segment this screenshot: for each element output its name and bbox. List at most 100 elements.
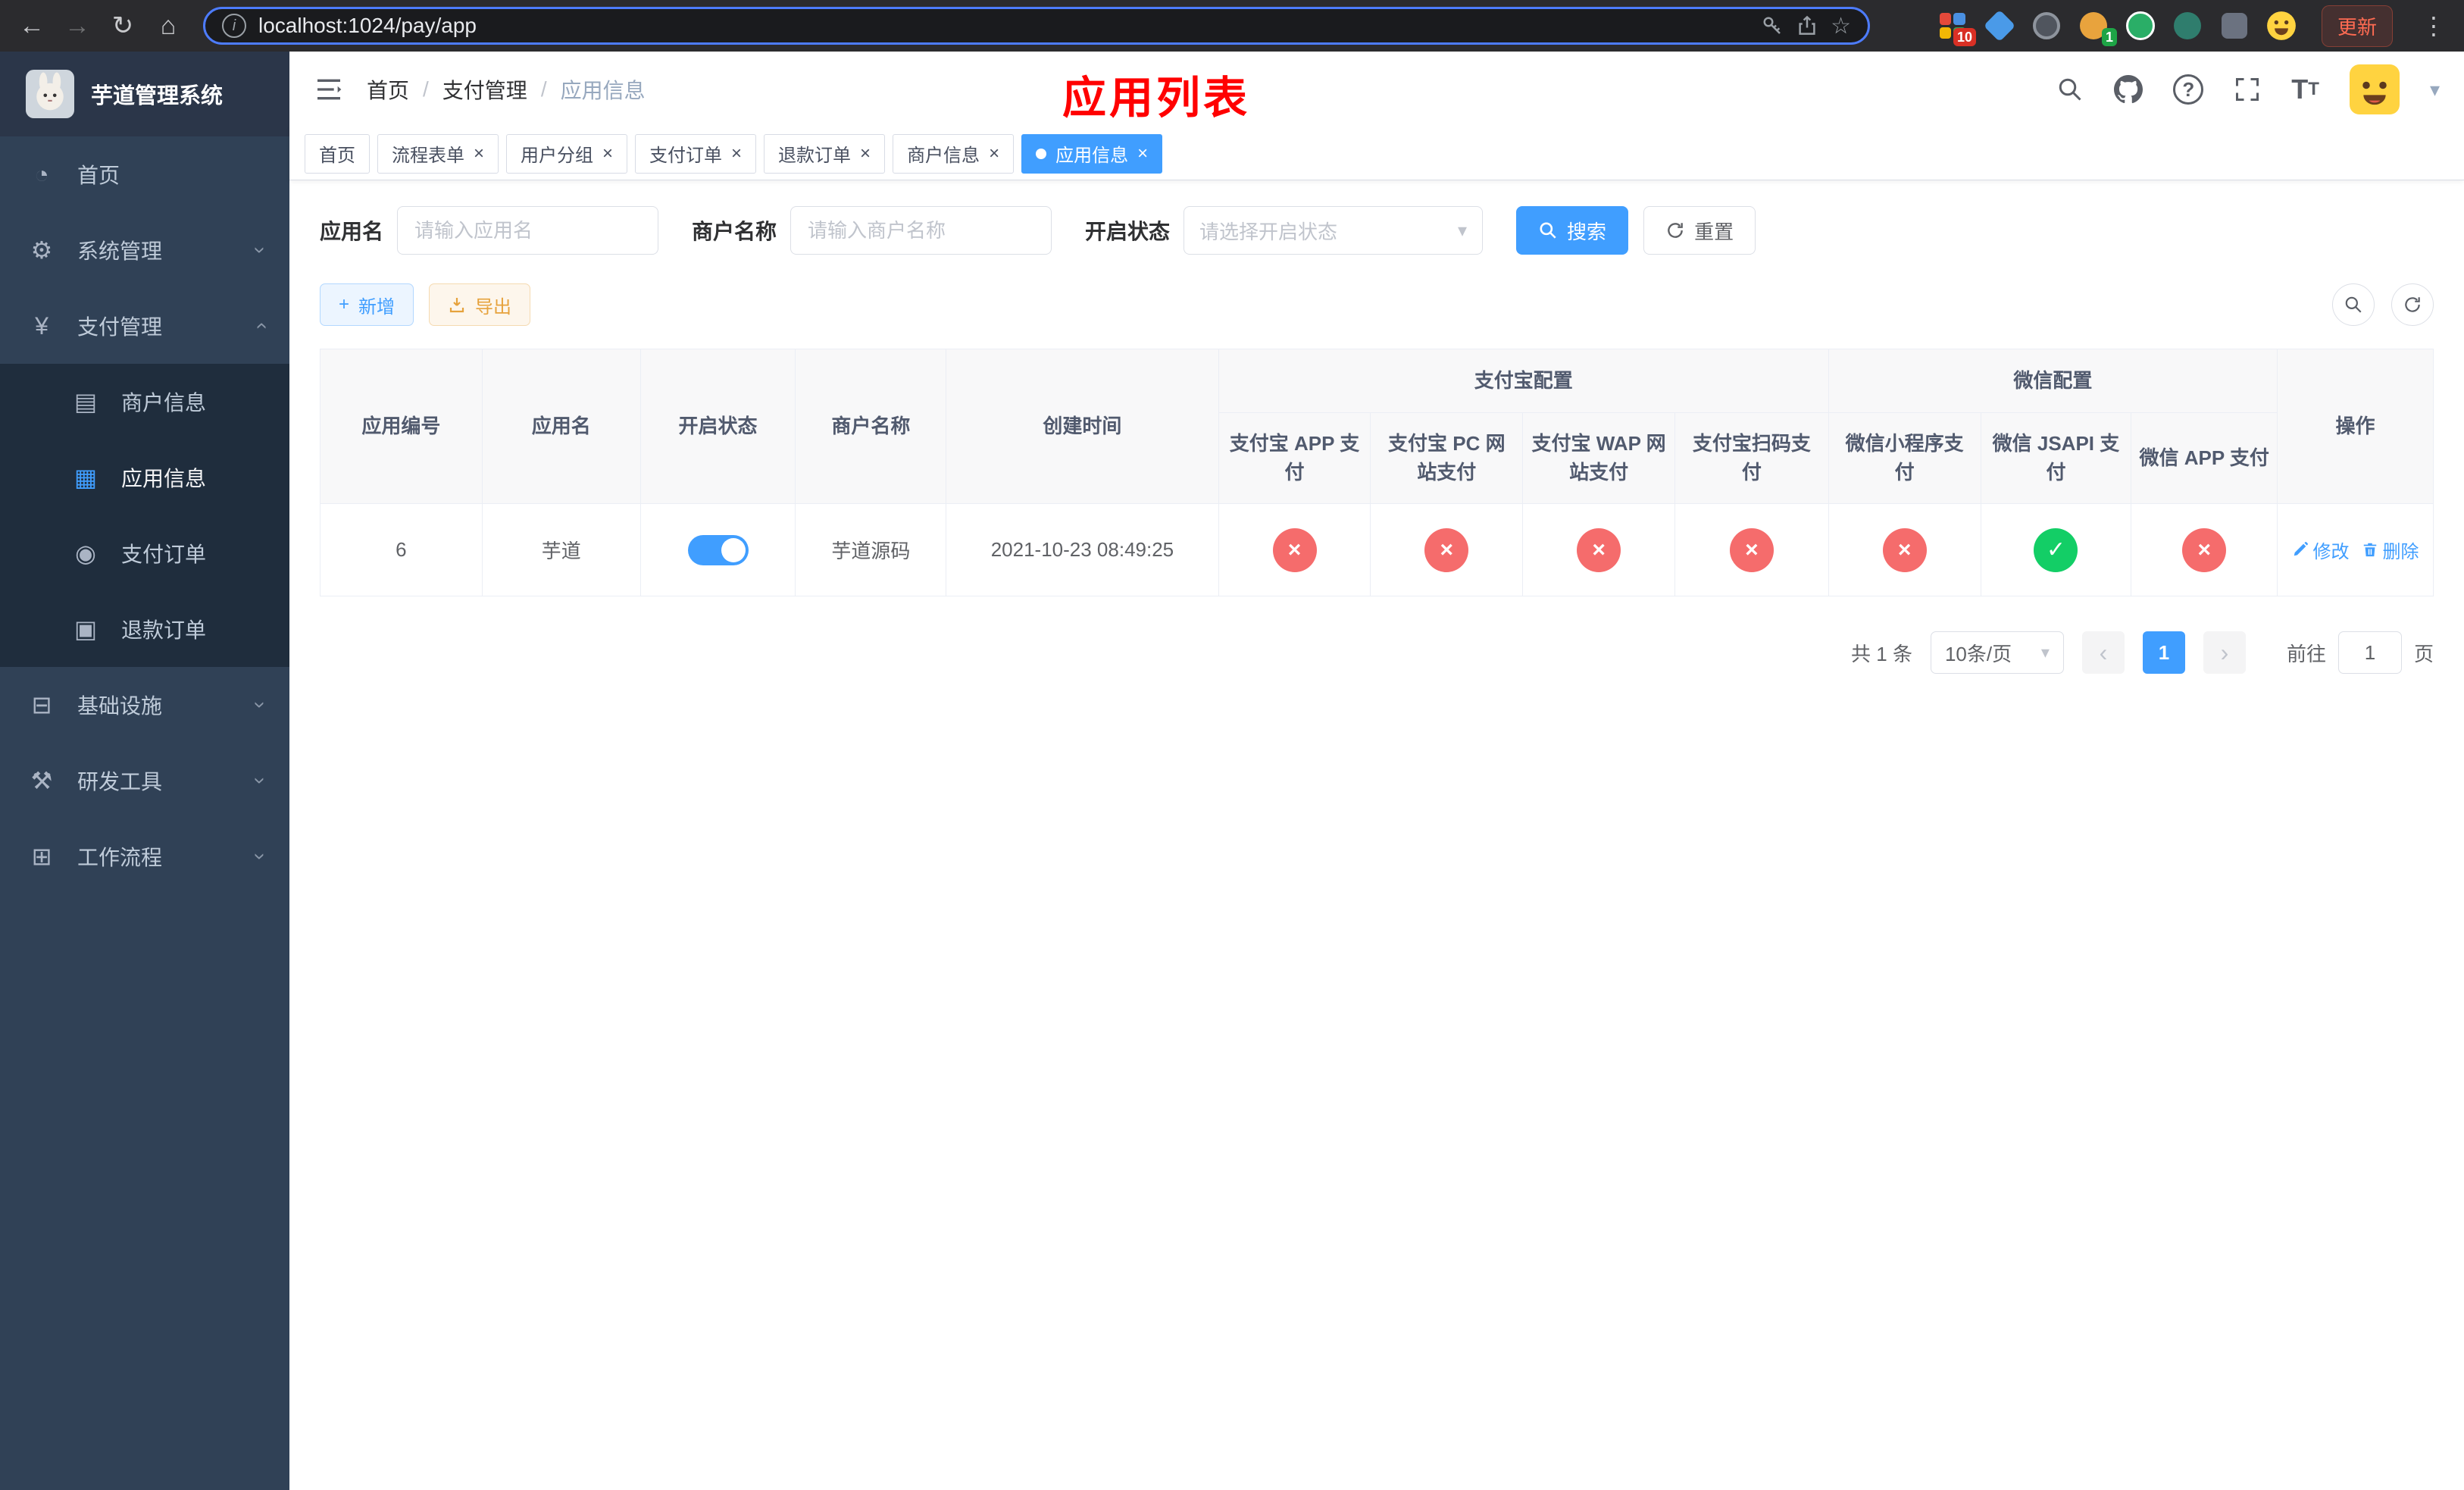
sidebar-item-infra[interactable]: ⊟ 基础设施 ›: [0, 667, 289, 743]
tab-home[interactable]: 首页: [305, 133, 370, 174]
alipay-wap-status-icon: ×: [1577, 527, 1621, 572]
browser-forward-button[interactable]: →: [58, 6, 97, 45]
sidebar-item-dev-tools[interactable]: ⚒ 研发工具 ›: [0, 743, 289, 819]
status-toggle[interactable]: [687, 534, 749, 565]
pagination: 共 1 条 10条/页 ▾ ‹ 1 › 前往 页: [320, 631, 2434, 674]
goto-page-input[interactable]: [2337, 631, 2402, 674]
chevron-down-icon: ›: [249, 701, 273, 709]
font-size-icon[interactable]: TT: [2291, 74, 2319, 105]
password-key-icon[interactable]: [1761, 14, 1784, 37]
sidebar-item-app-info[interactable]: ▦ 应用信息: [0, 440, 289, 515]
tab-app-info[interactable]: 应用信息 ×: [1021, 133, 1163, 174]
user-avatar[interactable]: [2349, 64, 2400, 114]
toggle-search-button[interactable]: [2332, 283, 2375, 326]
fullscreen-icon[interactable]: [2234, 76, 2261, 103]
chevron-down-icon: ›: [249, 853, 273, 860]
extension-icon-6[interactable]: [2170, 8, 2205, 43]
browser-back-button[interactable]: ←: [12, 6, 52, 45]
hamburger-icon[interactable]: [314, 74, 344, 105]
tools-icon: ⚒: [30, 767, 53, 794]
sidebar-item-label: 基础设施: [77, 694, 163, 718]
extension-badge: 10: [1953, 28, 1976, 46]
breadcrumb-home[interactable]: 首页: [367, 74, 409, 105]
extension-icon-4[interactable]: 1: [2076, 8, 2117, 46]
page-size-select[interactable]: 10条/页 ▾: [1930, 631, 2064, 674]
extension-icon-5[interactable]: [2123, 8, 2158, 43]
apps-table: 应用编号 应用名 开启状态 商户名称 创建时间 支付宝配置 微信配置 操作 支付…: [320, 349, 2434, 596]
tab-process-form[interactable]: 流程表单 ×: [377, 133, 499, 174]
extension-icon-7[interactable]: [2217, 8, 2252, 43]
site-info-icon[interactable]: i: [222, 14, 246, 38]
chevron-up-icon: ›: [248, 322, 272, 330]
alipay-app-status-icon: ×: [1272, 527, 1317, 572]
page-content: 应用名 商户名称 开启状态 请选择开启状态 ▾: [289, 180, 2464, 1490]
sidebar-item-system[interactable]: ⚙ 系统管理 ›: [0, 212, 289, 288]
chevron-down-icon: ▾: [1458, 220, 1468, 241]
refresh-table-button[interactable]: [2391, 283, 2434, 326]
close-icon[interactable]: ×: [731, 144, 742, 163]
prev-page-button[interactable]: ‹: [2081, 631, 2125, 674]
search-button[interactable]: 搜索: [1516, 206, 1629, 255]
app-name-label: 应用名: [320, 220, 384, 243]
tab-merchant-info[interactable]: 商户信息 ×: [893, 133, 1015, 174]
extension-icon-2[interactable]: [1982, 8, 2017, 43]
col-group-wechat: 微信配置: [1828, 349, 2278, 413]
col-wx-app: 微信 APP 支付: [2131, 412, 2278, 504]
sidebar-item-home[interactable]: ◔ 首页: [0, 136, 289, 212]
goto-label: 前往: [2286, 642, 2326, 665]
delete-link[interactable]: 删除: [2362, 537, 2419, 563]
url-text[interactable]: localhost:1024/pay/app: [258, 14, 1749, 38]
breadcrumb-current: 应用信息: [560, 79, 646, 102]
close-icon[interactable]: ×: [474, 144, 484, 163]
browser-menu-icon[interactable]: ⋮: [2416, 11, 2452, 40]
sidebar-item-merchant-info[interactable]: ▤ 商户信息: [0, 364, 289, 440]
next-page-button[interactable]: ›: [2203, 631, 2246, 674]
wx-jsapi-status-icon: ✓: [2034, 527, 2078, 572]
share-icon[interactable]: [1796, 14, 1818, 37]
sidebar-item-refund-order[interactable]: ▣ 退款订单: [0, 591, 289, 667]
extension-icon-8[interactable]: [2264, 8, 2299, 43]
tab-pay-order[interactable]: 支付订单 ×: [635, 133, 757, 174]
avatar-caret-icon[interactable]: ▾: [2430, 78, 2440, 102]
browser-update-button[interactable]: 更新: [2321, 5, 2393, 47]
goto-page: 前往 页: [2287, 631, 2434, 674]
sidebar-item-label: 支付管理: [77, 315, 163, 339]
url-bar[interactable]: i localhost:1024/pay/app ☆: [203, 7, 1870, 45]
col-app-name: 应用名: [481, 349, 641, 504]
page-number-1[interactable]: 1: [2142, 631, 2185, 674]
browser-home-button[interactable]: ⌂: [149, 6, 188, 45]
browser-refresh-button[interactable]: ↻: [103, 6, 142, 45]
close-icon[interactable]: ×: [602, 144, 613, 163]
tab-user-group[interactable]: 用户分组 ×: [506, 133, 628, 174]
grid-icon: ▦: [73, 464, 98, 491]
cell-app-id: 6: [320, 503, 483, 596]
add-button[interactable]: + 新增: [320, 283, 414, 326]
search-icon[interactable]: [2056, 76, 2084, 103]
merchant-name-input[interactable]: [790, 206, 1052, 255]
close-icon[interactable]: ×: [860, 144, 871, 163]
extension-icon-1[interactable]: 10: [1935, 8, 1976, 46]
extension-icon-3[interactable]: [2029, 8, 2064, 43]
bookmark-star-icon[interactable]: ☆: [1831, 13, 1851, 39]
breadcrumb-section[interactable]: 支付管理: [442, 74, 527, 105]
export-button[interactable]: 导出: [429, 283, 531, 326]
top-navbar: 首页 / 支付管理 / 应用信息 应用列表 ? TT ▾: [289, 52, 2464, 127]
sidebar-item-workflow[interactable]: ⊞ 工作流程 ›: [0, 819, 289, 894]
col-alipay-pc: 支付宝 PC 网站支付: [1370, 412, 1524, 504]
help-icon[interactable]: ?: [2173, 74, 2204, 105]
main-area: 首页 / 支付管理 / 应用信息 应用列表 ? TT ▾ 首页 流程表单 × 用…: [289, 52, 2464, 1490]
tags-view-bar: 首页 流程表单 × 用户分组 × 支付订单 × 退款订单 × 商户信息 × 应用信息 ×: [289, 127, 2464, 180]
close-icon[interactable]: ×: [989, 144, 999, 163]
sidebar-item-pay-order[interactable]: ◉ 支付订单: [0, 515, 289, 591]
status-select[interactable]: 请选择开启状态 ▾: [1184, 206, 1484, 255]
cell-merchant: 芋道源码: [795, 503, 947, 596]
close-icon[interactable]: ×: [1137, 144, 1148, 163]
app-name-input[interactable]: [397, 206, 659, 255]
github-icon[interactable]: [2114, 75, 2143, 104]
reset-button[interactable]: 重置: [1643, 206, 1756, 255]
sidebar-item-payment[interactable]: ¥ 支付管理 ›: [0, 288, 289, 364]
sidebar-item-label: 支付订单: [121, 543, 207, 566]
edit-link[interactable]: 修改: [2292, 537, 2350, 563]
tab-refund-order[interactable]: 退款订单 ×: [764, 133, 886, 174]
col-actions: 操作: [2277, 349, 2434, 504]
